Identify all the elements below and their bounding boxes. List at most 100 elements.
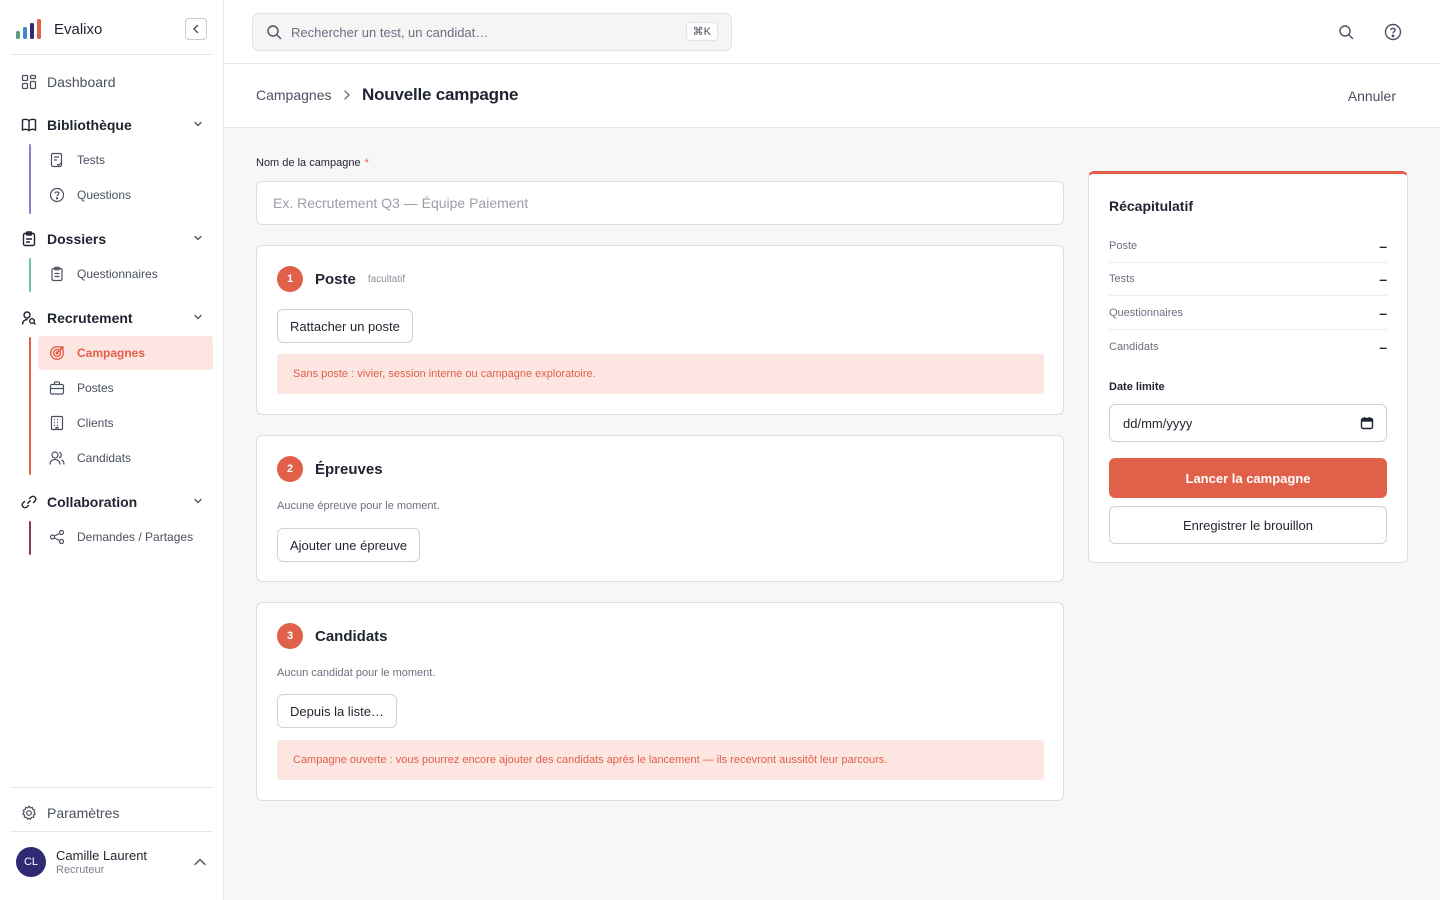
help-circle-icon bbox=[1384, 23, 1402, 41]
sidebar-divider bbox=[10, 831, 213, 832]
search-button[interactable] bbox=[1335, 21, 1357, 43]
target-icon bbox=[49, 345, 65, 361]
add-trial-button[interactable]: Ajouter une épreuve bbox=[277, 528, 421, 562]
from-list-button[interactable]: Depuis la liste… bbox=[277, 694, 397, 728]
sidebar-divider bbox=[10, 54, 213, 55]
empty-state-text: Aucune épreuve pour le moment. bbox=[277, 500, 440, 512]
sidebar-group-recruitment[interactable]: Recrutement bbox=[10, 301, 213, 335]
user-info: Camille Laurent Recruteur bbox=[56, 848, 147, 876]
chevron-left-icon bbox=[193, 24, 199, 34]
save-draft-button[interactable]: Enregistrer le brouillon bbox=[1109, 506, 1387, 544]
search-input[interactable]: Rechercher un test, un candidat… ⌘K bbox=[252, 13, 732, 51]
step-card-trials: 2 Épreuves Aucune épreuve pour le moment… bbox=[256, 435, 1064, 582]
search-icon bbox=[267, 25, 282, 40]
step-header: 1 Poste facultatif bbox=[277, 266, 405, 292]
question-circle-icon bbox=[49, 187, 65, 203]
user-role: Recruteur bbox=[56, 864, 105, 876]
sidebar-item-label: Postes bbox=[77, 381, 114, 395]
step-header: 3 Candidats bbox=[277, 623, 388, 649]
clipboard-icon bbox=[22, 231, 36, 247]
attach-position-button[interactable]: Rattacher un poste bbox=[277, 309, 413, 343]
test-sheet-icon bbox=[50, 152, 63, 168]
step-header: 2 Épreuves bbox=[277, 456, 383, 482]
sidebar-group-library[interactable]: Bibliothèque bbox=[10, 108, 213, 142]
chevron-right-icon bbox=[344, 90, 350, 100]
sidebar-item-candidates[interactable]: Candidats bbox=[38, 441, 213, 475]
user-search-icon bbox=[21, 311, 36, 325]
chevron-down-icon bbox=[194, 121, 202, 127]
summary-row-questionnaires: Questionnaires – bbox=[1109, 297, 1387, 330]
summary-value: – bbox=[1379, 271, 1387, 287]
calendar-icon[interactable] bbox=[1360, 416, 1374, 430]
sidebar-item-label: Paramètres bbox=[47, 805, 120, 821]
summary-label: Tests bbox=[1109, 273, 1135, 285]
sidebar-group-label: Dossiers bbox=[47, 231, 107, 247]
search-placeholder: Rechercher un test, un candidat… bbox=[291, 24, 489, 40]
gear-icon bbox=[21, 805, 37, 821]
summary-row-candidates: Candidats – bbox=[1109, 330, 1387, 363]
date-placeholder: dd/mm/yyyy bbox=[1123, 415, 1193, 431]
step-card-position: 1 Poste facultatif Rattacher un poste Sa… bbox=[256, 245, 1064, 415]
page-header: Campagnes Nouvelle campagne Annuler bbox=[224, 64, 1440, 128]
sidebar-item-positions[interactable]: Postes bbox=[38, 371, 213, 405]
step-title: Épreuves bbox=[315, 460, 383, 478]
help-button[interactable] bbox=[1382, 21, 1404, 43]
step-number-badge: 1 bbox=[277, 266, 303, 292]
summary-value: – bbox=[1379, 338, 1387, 355]
sidebar-item-questions[interactable]: Questions bbox=[38, 178, 213, 212]
cancel-button[interactable]: Annuler bbox=[1348, 88, 1396, 104]
info-notice: Campagne ouverte : vous pourrez encore a… bbox=[277, 740, 1044, 780]
sidebar-item-tests[interactable]: Tests bbox=[38, 143, 213, 177]
sidebar-item-dashboard[interactable]: Dashboard bbox=[10, 65, 213, 99]
collapse-sidebar-button[interactable] bbox=[185, 18, 207, 40]
sidebar-item-campaigns[interactable]: Campagnes bbox=[38, 336, 213, 370]
page-title: Nouvelle campagne bbox=[362, 85, 519, 104]
step-title: Poste bbox=[315, 270, 356, 288]
campaign-name-label: Nom de la campagne * bbox=[256, 157, 369, 169]
sidebar-item-clients[interactable]: Clients bbox=[38, 406, 213, 440]
deadline-date-input[interactable]: dd/mm/yyyy bbox=[1109, 404, 1387, 442]
sidebar-item-label: Dashboard bbox=[47, 74, 116, 90]
summary-label: Candidats bbox=[1109, 340, 1159, 353]
briefcase-icon bbox=[49, 381, 65, 395]
launch-campaign-button[interactable]: Lancer la campagne bbox=[1109, 458, 1387, 498]
breadcrumb-campaigns[interactable]: Campagnes bbox=[256, 87, 332, 103]
collaboration-group-line bbox=[29, 521, 31, 555]
summary-label: Poste bbox=[1109, 240, 1138, 252]
recruitment-group-line bbox=[29, 337, 31, 475]
optional-tag: facultatif bbox=[367, 273, 406, 285]
link-icon bbox=[21, 495, 37, 509]
required-mark: * bbox=[364, 157, 369, 169]
summary-value: – bbox=[1379, 305, 1387, 321]
step-number-badge: 3 bbox=[277, 623, 303, 649]
deadline-label: Date limite bbox=[1109, 381, 1165, 393]
summary-value: – bbox=[1379, 238, 1387, 254]
avatar: CL bbox=[16, 847, 46, 877]
app-name: Evalixo bbox=[54, 20, 103, 38]
summary-panel: Récapitulatif Poste – Tests – Questionna… bbox=[1088, 171, 1408, 563]
sidebar-item-label: Campagnes bbox=[77, 346, 146, 360]
chevron-down-icon bbox=[194, 498, 202, 504]
summary-label: Questionnaires bbox=[1109, 307, 1183, 319]
sidebar-group-label: Recrutement bbox=[47, 310, 133, 326]
sidebar-item-label: Questions bbox=[77, 188, 132, 202]
sidebar-divider bbox=[10, 787, 213, 788]
user-menu[interactable]: CL Camille Laurent Recruteur bbox=[16, 847, 147, 877]
dashboard-grid-icon bbox=[21, 74, 37, 90]
campaign-name-input[interactable] bbox=[256, 181, 1064, 225]
sidebar-group-files[interactable]: Dossiers bbox=[10, 222, 213, 256]
chevron-up-icon[interactable] bbox=[193, 857, 207, 867]
campaign-name-label-text: Nom de la campagne bbox=[256, 157, 361, 169]
brand[interactable]: Evalixo bbox=[16, 18, 102, 40]
sidebar-item-label: Tests bbox=[77, 153, 106, 167]
sidebar-item-questionnaires[interactable]: Questionnaires bbox=[38, 257, 213, 291]
library-group-line bbox=[29, 144, 31, 214]
sidebar-group-collaboration[interactable]: Collaboration bbox=[10, 485, 213, 519]
users-icon bbox=[49, 451, 65, 465]
book-icon bbox=[21, 118, 37, 132]
sidebar-item-settings[interactable]: Paramètres bbox=[10, 796, 213, 830]
summary-row-position: Poste – bbox=[1109, 230, 1387, 263]
sidebar: Evalixo Dashboard Bibliothèque Tests Que… bbox=[0, 0, 224, 900]
clipboard-list-icon bbox=[51, 266, 63, 282]
sidebar-item-shares[interactable]: Demandes / Partages bbox=[38, 520, 213, 554]
